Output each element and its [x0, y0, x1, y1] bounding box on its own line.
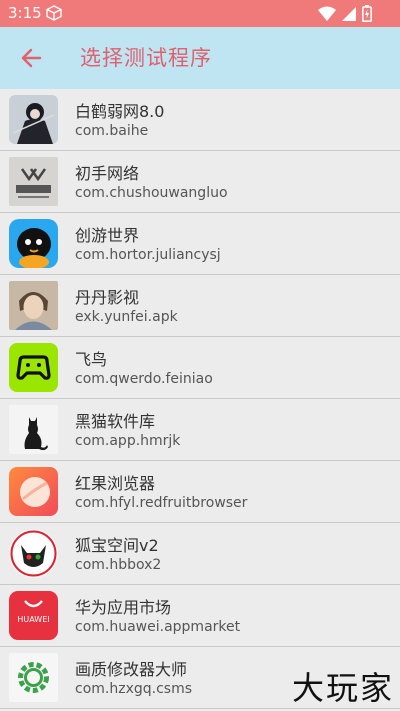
cube-icon [46, 5, 62, 25]
app-name: 华为应用市场 [75, 598, 172, 617]
package-name: com.chushouwangluo [75, 185, 228, 201]
list-item[interactable]: 白鹤弱网8.0 com.baihe [0, 89, 400, 151]
list-item[interactable]: HUAWEI 华为应用市场 com.huawei.appmarket [0, 585, 400, 647]
wifi-icon [318, 6, 336, 26]
package-name: exk.yunfei.apk [75, 309, 178, 325]
list-item[interactable]: 初手网络 com.chushouwangluo [0, 151, 400, 213]
list-item[interactable]: 丹丹影视 exk.yunfei.apk [0, 275, 400, 337]
status-time: 3:15 [8, 4, 42, 22]
app-name: 狐宝空间v2 [75, 536, 159, 555]
package-name: com.qwerdo.feiniao [75, 371, 213, 387]
chuangyou-mascot-icon [9, 219, 58, 268]
huawei-icon-label: HUAWEI [17, 615, 50, 624]
portrait-icon [9, 281, 58, 330]
anime-character-icon [9, 95, 58, 144]
app-name: 黑猫软件库 [75, 412, 156, 431]
green-gear-icon [9, 653, 58, 702]
package-name: com.hortor.juliancysj [75, 247, 221, 263]
app-name: 初手网络 [75, 164, 140, 183]
chushou-logo-icon [9, 157, 58, 206]
app-name: 红果浏览器 [75, 474, 156, 493]
status-bar: 3:15 [0, 0, 400, 27]
fox-avatar-icon [9, 529, 58, 578]
package-name: com.hfyl.redfruitbrowser [75, 495, 248, 511]
list-item[interactable]: 创游世界 com.hortor.juliancysj [0, 213, 400, 275]
app-list: 白鹤弱网8.0 com.baihe 初手网络 com.chushouwanglu… [0, 89, 400, 709]
back-arrow-icon[interactable] [18, 44, 46, 72]
signal-icon [342, 6, 356, 26]
app-name: 飞鸟 [75, 350, 108, 369]
page-title: 选择测试程序 [80, 46, 212, 70]
list-item[interactable]: 飞鸟 com.qwerdo.feiniao [0, 337, 400, 399]
battery-icon [362, 5, 372, 26]
black-cat-icon [9, 405, 58, 454]
huawei-bag-icon: HUAWEI [9, 591, 58, 640]
app-name: 画质修改器大师 [75, 660, 188, 679]
list-item[interactable]: 黑猫软件库 com.app.hmrjk [0, 399, 400, 461]
red-fruit-icon [9, 467, 58, 516]
package-name: com.hzxgq.csms [75, 681, 193, 697]
app-bar: 选择测试程序 [0, 27, 400, 89]
package-name: com.hbbox2 [75, 557, 162, 573]
list-item[interactable]: 红果浏览器 com.hfyl.redfruitbrowser [0, 461, 400, 523]
app-name: 创游世界 [75, 226, 140, 245]
package-name: com.app.hmrjk [75, 433, 181, 449]
list-item[interactable]: 狐宝空间v2 com.hbbox2 [0, 523, 400, 585]
gamepad-icon [9, 343, 58, 392]
app-name: 白鹤弱网8.0 [75, 102, 165, 121]
app-name: 丹丹影视 [75, 288, 140, 307]
watermark: 大玩家 [291, 669, 394, 707]
package-name: com.huawei.appmarket [75, 619, 241, 635]
package-name: com.baihe [75, 123, 149, 139]
